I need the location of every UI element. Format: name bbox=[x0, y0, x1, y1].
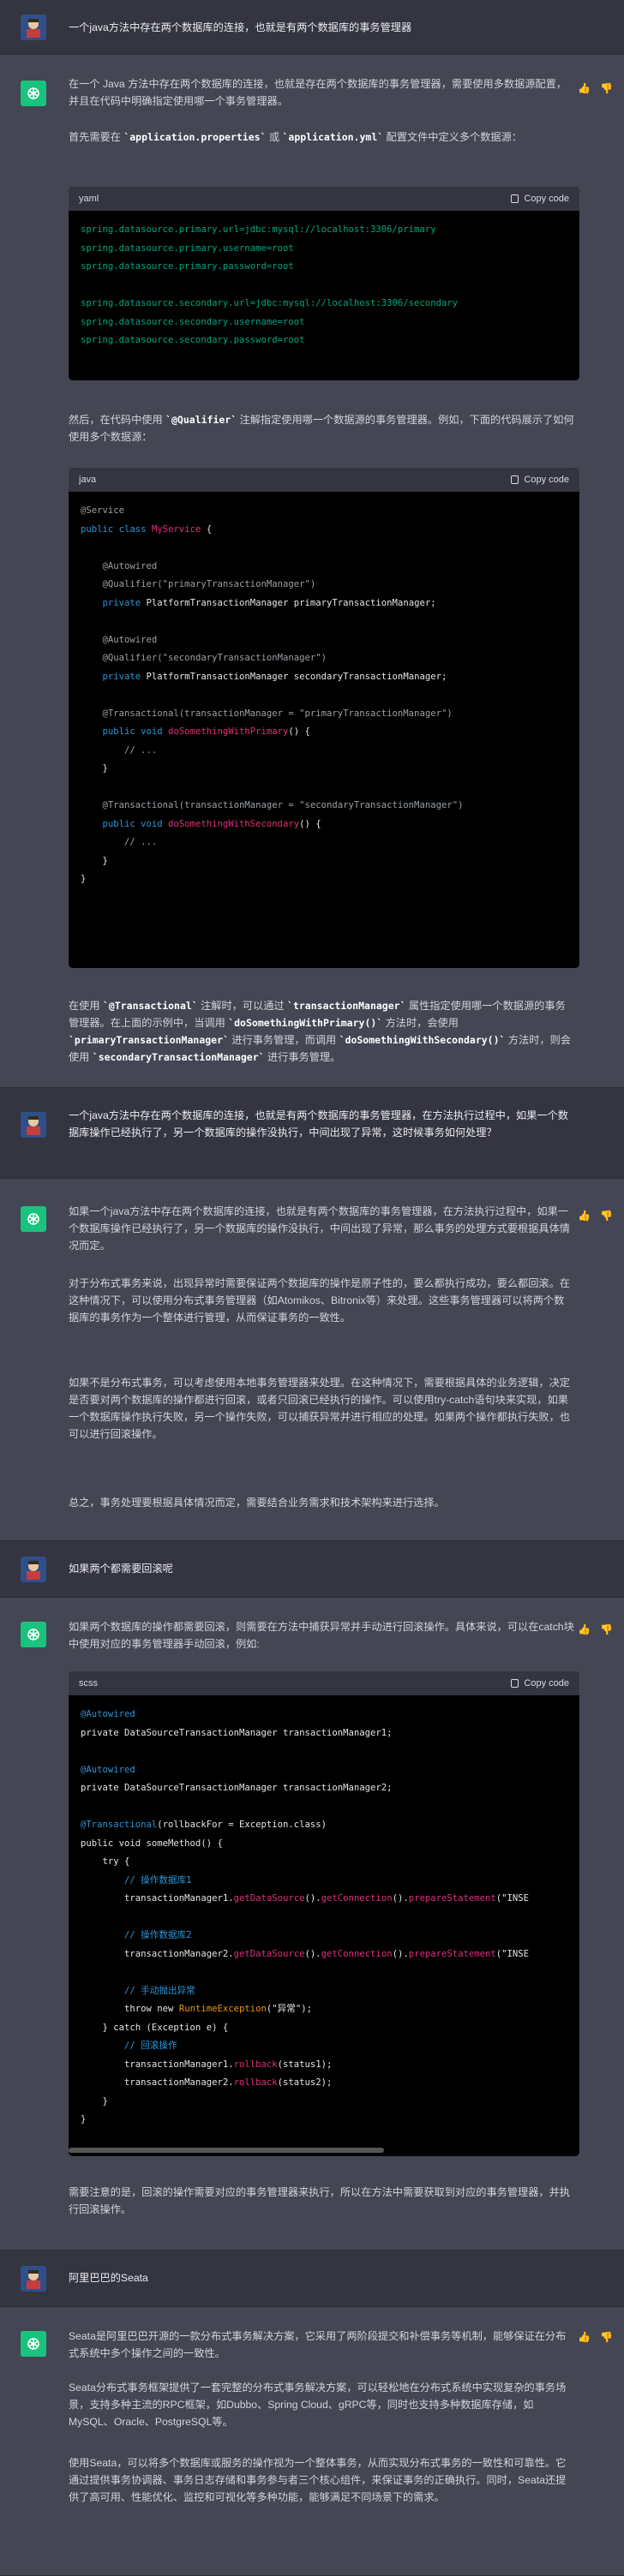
copy-code-button[interactable]: Copy code bbox=[511, 194, 569, 204]
text: 或 bbox=[266, 131, 283, 143]
user-avatar bbox=[21, 1112, 46, 1138]
inline-code: `secondaryTransactionManager` bbox=[92, 1051, 265, 1063]
openai-logo-icon bbox=[27, 1629, 39, 1641]
thumbs-up-icon[interactable]: 👍 bbox=[578, 1210, 591, 1222]
paragraph: 如果不是分布式事务，可以考虑使用本地事务管理器来处理。在这种情况下，需要根据具体… bbox=[69, 1377, 570, 1440]
code-block: scss Copy code @Autowired private DataSo… bbox=[69, 1671, 579, 2156]
code-block: java Copy code @Service public class MyS… bbox=[69, 468, 579, 968]
user-avatar bbox=[21, 1557, 46, 1582]
copy-code-button[interactable]: Copy code bbox=[511, 475, 569, 485]
assistant-message: 👍 👎 如果一个java方法中存在两个数据库的连接，也就是有两个数据库的事务管理… bbox=[0, 1179, 624, 1541]
paragraph: 然后，在代码中使用 `@Qualifier` 注解指定使用哪一个数据源的事务管理… bbox=[69, 411, 574, 445]
text: 进行事务管理，而调用 bbox=[228, 1034, 339, 1046]
paragraph: 如果两个数据库的操作都需要回滚，则需要在方法中捕获异常并手动进行回滚操作。具体来… bbox=[69, 1621, 574, 1650]
user-message-text: 阿里巴巴的Seata bbox=[69, 2272, 148, 2284]
text: 配置文件中定义多个数据源： bbox=[383, 131, 522, 143]
inline-code: `@Qualifier` bbox=[165, 414, 237, 426]
assistant-message: 👍 👎 如果两个数据库的操作都需要回滚，则需要在方法中捕获异常并手动进行回滚操作… bbox=[0, 1598, 624, 2250]
assistant-avatar bbox=[21, 1206, 46, 1232]
code-content: @Service public class MyService { @Autow… bbox=[81, 505, 464, 884]
paragraph: 对于分布式事务来说，出现异常时需要保证两个数据库的操作是原子性的，要么都执行成功… bbox=[69, 1277, 570, 1324]
inline-code: `doSomethingWithSecondary()` bbox=[339, 1034, 506, 1046]
paragraph: Seata分布式事务框架提供了一套完整的分布式事务解决方案，可以轻松地在分布式系… bbox=[69, 2382, 567, 2428]
inline-code: `application.yml` bbox=[282, 131, 384, 143]
code-content: spring.datasource.primary.url=jdbc:mysql… bbox=[81, 224, 459, 345]
inline-code: `primaryTransactionManager` bbox=[69, 1034, 229, 1046]
text: 首先需要在 bbox=[69, 131, 124, 143]
inline-code: `application.properties` bbox=[123, 131, 267, 143]
paragraph: 总之，事务处理要根据具体情况而定，需要结合业务需求和技术架构来进行选择。 bbox=[69, 1497, 445, 1509]
openai-logo-icon bbox=[27, 1213, 39, 1225]
assistant-avatar bbox=[21, 81, 46, 106]
user-message: 阿里巴巴的Seata bbox=[0, 2250, 624, 2307]
user-avatar-icon bbox=[21, 1112, 46, 1138]
clipboard-icon bbox=[511, 475, 519, 484]
assistant-message: 👍 👎 Seata是阿里巴巴开源的一款分布式事务解决方案，它采用了两阶段提交和补… bbox=[0, 2307, 624, 2576]
paragraph: Seata是阿里巴巴开源的一款分布式事务解决方案，它采用了两阶段提交和补偿事务等… bbox=[69, 2330, 567, 2359]
clipboard-icon bbox=[511, 194, 519, 203]
copy-code-button[interactable]: Copy code bbox=[511, 1678, 569, 1688]
horizontal-scrollbar[interactable] bbox=[69, 2148, 384, 2153]
user-message-text: 如果两个都需要回滚呢 bbox=[69, 1563, 173, 1575]
code-language: java bbox=[79, 475, 97, 485]
paragraph: 如果一个java方法中存在两个数据库的连接，也就是有两个数据库的事务管理器，在方… bbox=[69, 1205, 570, 1252]
assistant-message: 👍 👎 在一个 Java 方法中存在两个数据库的连接，也就是存在两个数据库的事务… bbox=[0, 55, 624, 1088]
thumbs-up-icon[interactable]: 👍 bbox=[578, 1623, 591, 1635]
text: 然后，在代码中使用 bbox=[69, 414, 166, 426]
thumbs-up-icon[interactable]: 👍 bbox=[578, 82, 591, 94]
text: 方法时，会使用 bbox=[382, 1017, 459, 1029]
inline-code: `doSomethingWithPrimary()` bbox=[228, 1017, 383, 1029]
thumbs-down-icon[interactable]: 👎 bbox=[600, 82, 613, 94]
paragraph: 在一个 Java 方法中存在两个数据库的连接，也就是存在两个数据库的事务管理器，… bbox=[69, 78, 567, 107]
code-block: yaml Copy code spring.datasource.primary… bbox=[69, 187, 579, 380]
user-avatar bbox=[21, 2266, 46, 2292]
inline-code: `@Transactional` bbox=[102, 1000, 198, 1012]
user-message: 一个java方法中存在两个数据库的连接，也就是有两个数据库的事务管理器 bbox=[0, 0, 624, 55]
text: 在使用 bbox=[69, 1000, 103, 1012]
text: 进行事务管理。 bbox=[264, 1051, 341, 1063]
copy-code-label: Copy code bbox=[524, 1678, 569, 1688]
thumbs-down-icon[interactable]: 👎 bbox=[600, 1210, 613, 1222]
openai-logo-icon bbox=[27, 87, 39, 99]
user-avatar bbox=[21, 15, 46, 40]
paragraph: 首先需要在 `application.properties` 或 `applic… bbox=[69, 129, 574, 146]
copy-code-label: Copy code bbox=[524, 194, 569, 204]
user-message-text: 一个java方法中存在两个数据库的连接，也就是有两个数据库的事务管理器 bbox=[69, 21, 412, 33]
thumbs-up-icon[interactable]: 👍 bbox=[578, 2331, 591, 2343]
user-avatar-icon bbox=[21, 2266, 46, 2292]
assistant-avatar bbox=[21, 1622, 46, 1647]
user-message: 如果两个都需要回滚呢 bbox=[0, 1541, 624, 1598]
assistant-avatar bbox=[21, 2331, 46, 2357]
thumbs-down-icon[interactable]: 👎 bbox=[600, 2331, 613, 2343]
code-language: scss bbox=[79, 1678, 98, 1688]
code-content: @Autowired private DataSourceTransaction… bbox=[81, 1709, 530, 2125]
user-message-text: 一个java方法中存在两个数据库的连接，也就是有两个数据库的事务管理器，在方法执… bbox=[69, 1109, 568, 1139]
inline-code: `transactionManager` bbox=[287, 1000, 406, 1012]
clipboard-icon bbox=[511, 1679, 519, 1688]
user-avatar-icon bbox=[21, 15, 46, 40]
text: 注解时，可以通过 bbox=[197, 1000, 288, 1012]
openai-logo-icon bbox=[27, 2338, 39, 2350]
thumbs-down-icon[interactable]: 👎 bbox=[600, 1623, 613, 1635]
copy-code-label: Copy code bbox=[524, 475, 569, 485]
user-message: 一个java方法中存在两个数据库的连接，也就是有两个数据库的事务管理器，在方法执… bbox=[0, 1088, 624, 1179]
paragraph: 需要注意的是，回滚的操作需要对应的事务管理器来执行，所以在方法中需要获取到对应的… bbox=[69, 2186, 570, 2215]
code-language: yaml bbox=[79, 194, 99, 204]
user-avatar-icon bbox=[21, 1557, 46, 1582]
paragraph: 在使用 `@Transactional` 注解时，可以通过 `transacti… bbox=[69, 997, 574, 1066]
paragraph: 使用Seata，可以将多个数据库或服务的操作视为一个整体事务，从而实现分布式事务… bbox=[69, 2457, 567, 2503]
